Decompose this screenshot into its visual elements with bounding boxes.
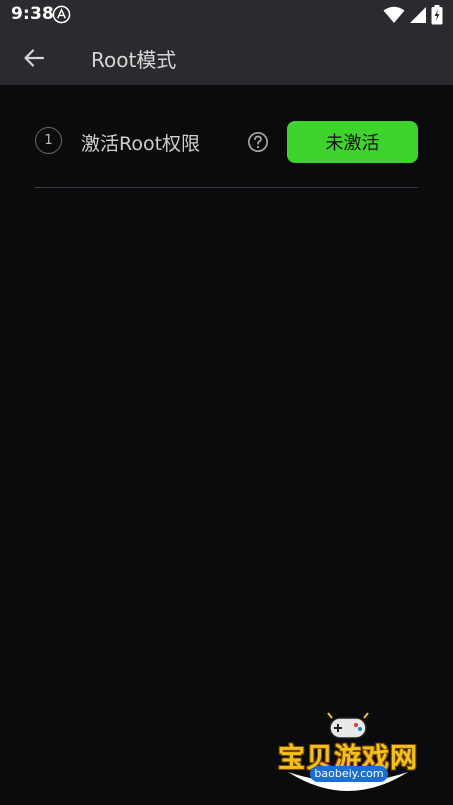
back-button[interactable] [20, 44, 48, 72]
signal-icon [410, 7, 426, 23]
app-bar: Root模式 [0, 30, 453, 85]
wifi-icon [383, 6, 405, 23]
notification-icon [52, 5, 71, 24]
step-row-activate-root: 1 激活Root权限 未激活 [35, 85, 418, 188]
arrow-left-icon [24, 49, 45, 67]
step-label: 激活Root权限 [81, 133, 201, 155]
status-time: 9:38 [11, 4, 55, 24]
status-bar: 9:38 [0, 0, 453, 30]
status-icons [383, 5, 443, 25]
root-mode-screen: 9:38 Root模式 1 激活Root权限 未激活 宝贝游戏网 baobeiy… [0, 0, 453, 805]
battery-icon [431, 5, 443, 25]
step-number-badge: 1 [35, 127, 62, 154]
step-number: 1 [44, 133, 53, 148]
page-title: Root模式 [91, 48, 177, 72]
question-circle-icon[interactable] [247, 131, 269, 153]
watermark-subtext: baobeiy.com [310, 766, 388, 782]
watermark-logo: 宝贝游戏网 baobeiy.com [278, 712, 418, 800]
activate-status-button[interactable]: 未激活 [287, 121, 418, 163]
